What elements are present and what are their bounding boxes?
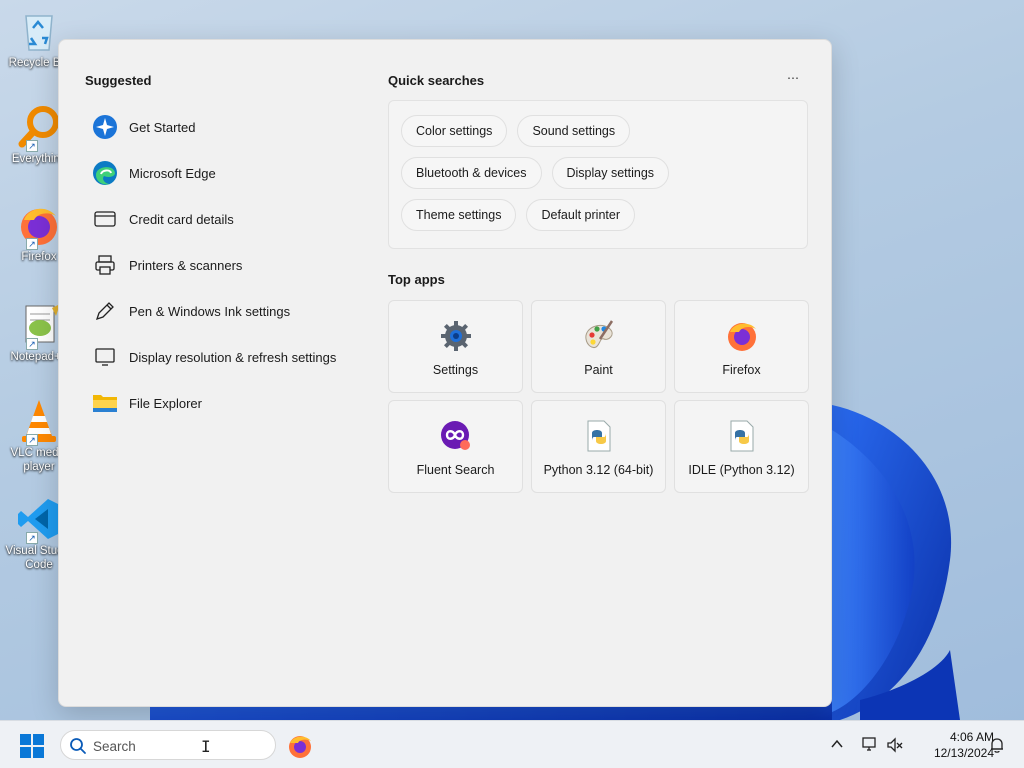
- suggested-list: Get Started Microsoft Edge Credit card d…: [85, 104, 385, 426]
- get-started-icon: [91, 113, 119, 141]
- top-app-python[interactable]: Python 3.12 (64-bit): [531, 400, 666, 493]
- windows-logo-icon: [20, 734, 44, 758]
- more-options-icon[interactable]: ⋯: [785, 70, 801, 86]
- quick-searches-row: Color settings Sound settings: [401, 115, 631, 147]
- top-apps-title: Top apps: [388, 272, 445, 287]
- shortcut-arrow-icon: ↗: [26, 238, 38, 250]
- suggestion-credit-card[interactable]: Credit card details: [85, 196, 385, 242]
- quick-search-bluetooth[interactable]: Bluetooth & devices: [401, 157, 542, 189]
- recycle-bin-icon: [16, 8, 62, 54]
- quick-search-theme-settings[interactable]: Theme settings: [401, 199, 517, 231]
- everything-search-icon: ↗: [16, 104, 62, 152]
- shortcut-arrow-icon: ↗: [26, 140, 38, 152]
- quick-searches-row: Bluetooth & devices Display settings: [401, 157, 670, 189]
- suggestion-get-started[interactable]: Get Started: [85, 104, 385, 150]
- suggestion-display-resolution[interactable]: Display resolution & refresh settings: [85, 334, 385, 380]
- top-app-firefox[interactable]: Firefox: [674, 300, 809, 393]
- notification-bell-icon[interactable]: [988, 736, 1006, 754]
- clock-time: 4:06 AM: [949, 730, 994, 744]
- text-cursor-icon: I: [201, 737, 211, 756]
- top-app-settings[interactable]: Settings: [388, 300, 523, 393]
- suggestion-label: Printers & scanners: [129, 257, 243, 273]
- shortcut-arrow-icon: ↗: [26, 338, 38, 350]
- taskbar-clock[interactable]: 4:06 AM 12/13/2024: [914, 729, 994, 761]
- top-app-label: IDLE (Python 3.12): [688, 463, 795, 477]
- top-app-label: Fluent Search: [416, 463, 495, 477]
- suggestion-label: Microsoft Edge: [129, 165, 216, 181]
- top-apps-grid: Settings Paint Firefox Fluent Search Pyt…: [388, 300, 809, 493]
- notepad-plus-plus-icon: ↗: [16, 302, 62, 350]
- top-app-label: Settings: [432, 363, 479, 377]
- shortcut-arrow-icon: ↗: [26, 434, 38, 446]
- start-button[interactable]: [20, 734, 44, 758]
- quick-searches-row: Theme settings Default printer: [401, 199, 635, 231]
- chevron-up-icon[interactable]: [830, 737, 844, 751]
- suggestion-microsoft-edge[interactable]: Microsoft Edge: [85, 150, 385, 196]
- suggestion-label: Get Started: [129, 119, 196, 135]
- suggestion-pen-ink[interactable]: Pen & Windows Ink settings: [85, 288, 385, 334]
- quick-search-display-settings[interactable]: Display settings: [551, 157, 670, 189]
- top-app-fluent-search[interactable]: Fluent Search: [388, 400, 523, 493]
- suggested-title: Suggested: [85, 73, 152, 88]
- shortcut-arrow-icon: ↗: [26, 532, 38, 544]
- clock-date: 12/13/2024: [933, 746, 994, 760]
- top-app-label: Firefox: [722, 363, 761, 377]
- firefox-icon: ↗: [16, 202, 62, 250]
- network-icon[interactable]: [861, 735, 879, 753]
- fluent-search-icon: [439, 419, 473, 453]
- taskbar: I 4:06 AM 12/13/2024: [0, 720, 1024, 768]
- search-flyout: Suggested Get Started Microsoft Edge Cre…: [58, 39, 832, 707]
- quick-search-default-printer[interactable]: Default printer: [526, 199, 635, 231]
- quick-search-color-settings[interactable]: Color settings: [401, 115, 508, 147]
- top-app-label: Paint: [584, 363, 613, 377]
- suggestion-label: Credit card details: [129, 211, 234, 227]
- suggestion-printers[interactable]: Printers & scanners: [85, 242, 385, 288]
- top-app-paint[interactable]: Paint: [531, 300, 666, 393]
- quick-searches-box: Color settings Sound settings Bluetooth …: [388, 100, 808, 249]
- quick-searches-title: Quick searches: [388, 73, 485, 88]
- settings-gear-icon: [439, 319, 473, 353]
- paint-palette-icon: [582, 319, 616, 353]
- search-input[interactable]: [93, 735, 243, 757]
- suggestion-label: Display resolution & refresh settings: [129, 349, 337, 365]
- pen-icon: [91, 297, 119, 325]
- suggestion-label: File Explorer: [129, 395, 202, 411]
- firefox-icon: [289, 736, 311, 758]
- card-icon: [91, 205, 119, 233]
- display-icon: [91, 343, 119, 371]
- search-icon: [69, 737, 87, 755]
- python-file-icon: [725, 419, 759, 453]
- vlc-icon: ↗: [16, 398, 62, 446]
- top-app-idle[interactable]: IDLE (Python 3.12): [674, 400, 809, 493]
- volume-muted-icon[interactable]: [886, 736, 904, 754]
- printer-icon: [91, 251, 119, 279]
- python-file-icon: [582, 419, 616, 453]
- suggestion-file-explorer[interactable]: File Explorer: [85, 380, 385, 426]
- taskbar-firefox-button[interactable]: [287, 733, 313, 759]
- taskbar-search-box[interactable]: I: [60, 730, 276, 760]
- top-app-label: Python 3.12 (64-bit): [543, 463, 654, 477]
- edge-icon: [91, 159, 119, 187]
- quick-search-sound-settings[interactable]: Sound settings: [517, 115, 631, 147]
- folder-icon: [91, 389, 119, 417]
- firefox-icon: [725, 319, 759, 353]
- suggestion-label: Pen & Windows Ink settings: [129, 303, 291, 319]
- vscode-icon: ↗: [16, 496, 62, 544]
